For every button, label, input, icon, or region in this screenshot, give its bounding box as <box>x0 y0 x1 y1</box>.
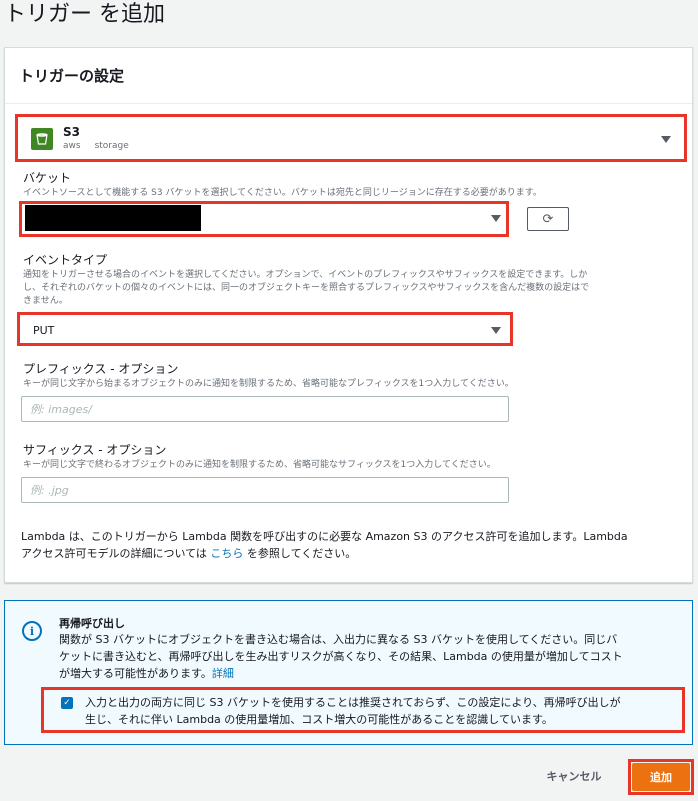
alert-line-1: 関数が S3 バケットにオブジェクトを書き込む場合は、入出力に異なる S3 バケ… <box>59 633 618 646</box>
page-title: トリガー を追加 <box>4 2 165 27</box>
permission-line-1: Lambda は、このトリガーから Lambda 関数を呼び出すのに必要な Am… <box>21 530 628 543</box>
suffix-description: キーが同じ文字で終わるオブジェクトのみに通知を制限するため、省略可能なサフィック… <box>23 460 496 470</box>
alert-details-link[interactable]: 詳細 <box>212 667 234 680</box>
permission-note: Lambda は、このトリガーから Lambda 関数を呼び出すのに必要な Am… <box>21 528 681 562</box>
suffix-label: サフィックス - オプション <box>23 443 167 457</box>
event-type-description-3: きません。 <box>23 296 68 306</box>
prefix-label: プレフィックス - オプション <box>23 362 179 376</box>
highlight-event-type <box>17 312 513 346</box>
highlight-bucket <box>19 201 509 237</box>
event-type-label: イベントタイプ <box>23 253 108 267</box>
panel-title: トリガーの設定 <box>19 67 125 85</box>
highlight-source <box>15 114 687 162</box>
prefix-description: キーが同じ文字から始まるオブジェクトのみに通知を制限するため、省略可能なプレフィ… <box>23 379 514 389</box>
recursion-alert: i 再帰呼び出し 関数が S3 バケットにオブジェクトを書き込む場合は、入出力に… <box>4 600 693 745</box>
refresh-icon: ⟳ <box>542 211 554 227</box>
bucket-description: イベントソースとして機能する S3 バケットを選択してください。バケットは宛先と… <box>23 188 542 198</box>
cancel-button[interactable]: キャンセル <box>532 764 616 788</box>
suffix-input[interactable] <box>21 477 509 503</box>
refresh-button[interactable]: ⟳ <box>527 207 569 231</box>
info-icon: i <box>22 621 42 641</box>
alert-body: 関数が S3 バケットにオブジェクトを書き込む場合は、入出力に異なる S3 バケ… <box>59 631 683 682</box>
highlight-acknowledge <box>41 687 685 733</box>
permission-link[interactable]: こちら <box>210 547 243 560</box>
event-type-description-1: 通知をトリガーさせる場合のイベントを選択してください。オプションで、イベントのプ… <box>23 270 588 280</box>
alert-line-3: が増大する可能性があります。詳細 <box>59 665 683 682</box>
panel-header: トリガーの設定 <box>5 48 692 104</box>
permission-line-2: アクセス許可モデルの詳細については こちら を参照してください。 <box>21 545 681 562</box>
permission-line-2-pre: アクセス許可モデルの詳細については <box>21 547 211 560</box>
bucket-label: バケット <box>23 171 72 185</box>
prefix-input[interactable] <box>21 396 509 422</box>
permission-line-2-post: を参照してください。 <box>243 547 357 560</box>
alert-line-3-text: が増大する可能性があります。 <box>59 667 212 680</box>
event-type-description-2: し、それぞれのバケットの個々のイベントには、同一のオブジェクトキーを照合するプレ… <box>23 283 590 293</box>
alert-line-2: ケットに書き込むと、再帰呼び出しを生み出すリスクが高くなり、その結果、Lambd… <box>59 650 623 663</box>
alert-title: 再帰呼び出し <box>59 617 125 630</box>
trigger-config-panel: トリガーの設定 S3 aws storage バケット イベントソースとして機能… <box>4 47 693 583</box>
highlight-add-button <box>628 759 694 795</box>
